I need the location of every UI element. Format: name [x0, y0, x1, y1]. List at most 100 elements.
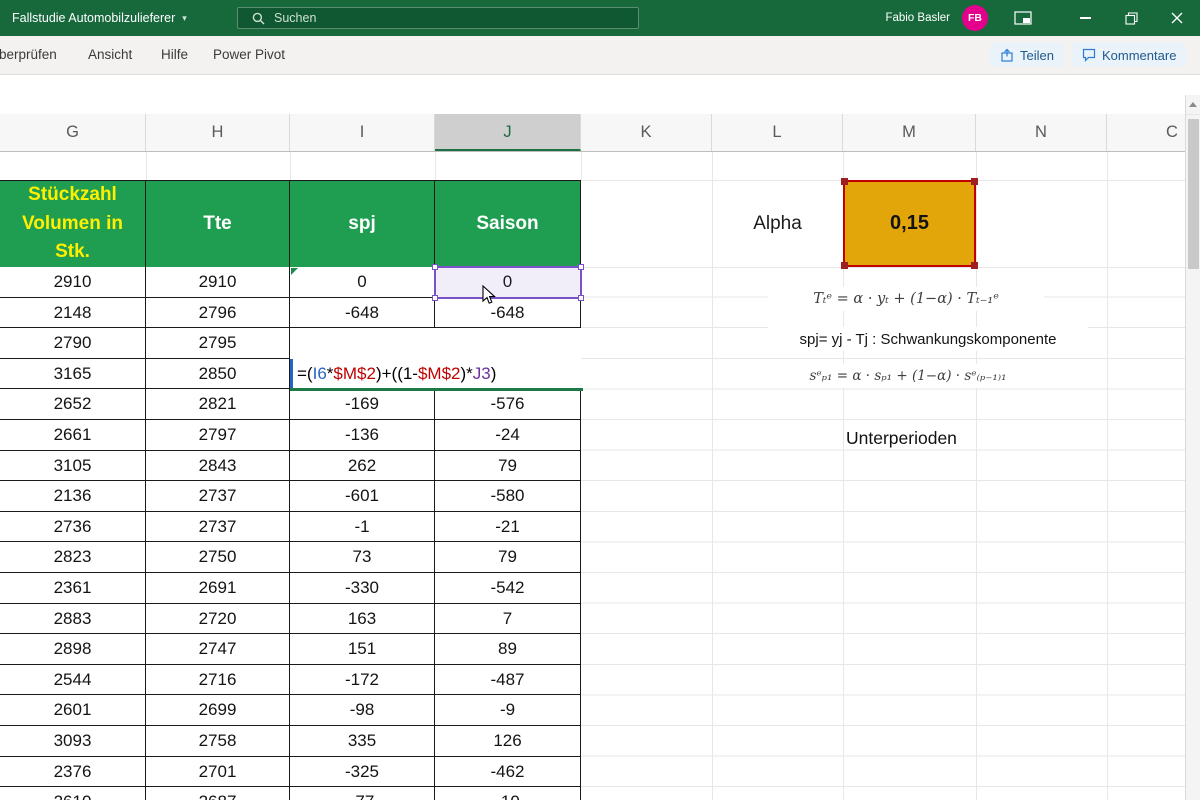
table-cell-i[interactable]: 73: [290, 542, 435, 573]
table-cell-i[interactable]: 151: [290, 634, 435, 665]
ribbon-tab-ueberpruefen[interactable]: berprüfen: [0, 36, 57, 74]
search-input[interactable]: Suchen: [237, 7, 639, 29]
table-cell-h[interactable]: 2701: [146, 756, 290, 788]
vertical-scrollbar[interactable]: [1185, 95, 1200, 800]
ribbon-tab-hilfe[interactable]: Hilfe: [161, 36, 188, 74]
table-cell-h[interactable]: 2750: [146, 542, 290, 573]
table-cell-g[interactable]: 2544: [0, 664, 146, 696]
alpha-label-cell[interactable]: Alpha: [712, 181, 843, 266]
table-cell-i[interactable]: -172: [290, 664, 435, 696]
table-cell-j[interactable]: 79: [435, 542, 581, 573]
table-cell-i[interactable]: -98: [290, 695, 435, 726]
table-cell-g[interactable]: 2898: [0, 634, 146, 665]
selection-handle[interactable]: [432, 295, 438, 301]
table-cell-j[interactable]: [435, 328, 581, 359]
table-cell-g[interactable]: 2376: [0, 756, 146, 788]
selection-handle[interactable]: [971, 262, 978, 269]
table-cell-g[interactable]: 2652: [0, 389, 146, 420]
ribbon-display-options-button[interactable]: [1000, 0, 1046, 36]
scrollbar-thumb[interactable]: [1188, 119, 1199, 269]
table-cell-h[interactable]: 2747: [146, 634, 290, 665]
table-cell-j[interactable]: 79: [435, 450, 581, 482]
ribbon-tab-power-pivot[interactable]: Power Pivot: [213, 36, 285, 74]
unterperioden-label[interactable]: Unterperioden: [846, 423, 996, 453]
table-cell-g[interactable]: 3105: [0, 450, 146, 482]
column-header-n[interactable]: N: [976, 114, 1107, 151]
table-cell-j[interactable]: -21: [435, 511, 581, 543]
table-cell-i[interactable]: 163: [290, 603, 435, 635]
table-cell-g[interactable]: 2883: [0, 603, 146, 635]
equation-season[interactable]: sᵉₚ₁ = α · sₚ₁ + (1−α) · sᵉ₍ₚ₋₁₎₁: [786, 364, 1030, 388]
close-button[interactable]: [1154, 0, 1200, 36]
selection-handle[interactable]: [971, 178, 978, 185]
comments-button[interactable]: Kommentare: [1072, 43, 1187, 67]
table-cell-i[interactable]: 0: [290, 267, 435, 298]
table-cell-h[interactable]: 2758: [146, 725, 290, 757]
selection-handle[interactable]: [841, 262, 848, 269]
table-cell-j[interactable]: -462: [435, 756, 581, 788]
equation-spj[interactable]: spj= yj - Tj : Schwankungskomponente: [768, 327, 1088, 351]
table-cell-h[interactable]: 2821: [146, 389, 290, 420]
column-header-g[interactable]: G: [0, 114, 146, 151]
table-cell-i[interactable]: 335: [290, 725, 435, 757]
share-button[interactable]: Teilen: [990, 43, 1064, 67]
table-cell-i[interactable]: -330: [290, 572, 435, 604]
table-cell-g[interactable]: 3165: [0, 358, 146, 390]
column-header-k[interactable]: K: [581, 114, 712, 151]
table-cell-g[interactable]: 2790: [0, 328, 146, 359]
table-cell-j[interactable]: -580: [435, 481, 581, 512]
table-cell-j[interactable]: -576: [435, 389, 581, 420]
restore-button[interactable]: [1108, 0, 1154, 36]
table-header-tte[interactable]: Tte: [146, 181, 290, 268]
table-cell-h[interactable]: 2796: [146, 297, 290, 329]
selection-handle[interactable]: [841, 178, 848, 185]
table-cell-i[interactable]: -601: [290, 481, 435, 512]
table-cell-j[interactable]: -9: [435, 695, 581, 726]
table-cell-i[interactable]: -136: [290, 419, 435, 451]
table-cell-j[interactable]: -648: [435, 297, 581, 329]
table-cell-g[interactable]: 3093: [0, 725, 146, 757]
table-cell-i[interactable]: -325: [290, 756, 435, 788]
selection-handle[interactable]: [578, 264, 584, 270]
table-cell-g[interactable]: 2610: [0, 787, 146, 800]
avatar[interactable]: FB: [962, 5, 988, 31]
table-cell-j[interactable]: 126: [435, 725, 581, 757]
referenced-cell-outline-j3[interactable]: [432, 264, 584, 301]
table-cell-g[interactable]: 2136: [0, 481, 146, 512]
table-cell-j[interactable]: -487: [435, 664, 581, 696]
table-cell-h[interactable]: 2850: [146, 358, 290, 390]
column-header-m[interactable]: M: [843, 114, 976, 151]
table-header-stueckzahl[interactable]: Stückzahl Volumen in Stk.: [0, 181, 146, 268]
table-cell-h[interactable]: 2699: [146, 695, 290, 726]
table-cell-j[interactable]: 7: [435, 603, 581, 635]
table-cell-h[interactable]: 2737: [146, 481, 290, 512]
table-cell-i[interactable]: -1: [290, 511, 435, 543]
table-cell-h[interactable]: 2691: [146, 572, 290, 604]
column-header-j-selected[interactable]: J: [435, 114, 581, 151]
table-cell-h[interactable]: 2795: [146, 328, 290, 359]
table-cell-h[interactable]: 2687: [146, 787, 290, 800]
table-cell-h[interactable]: 2737: [146, 511, 290, 543]
ribbon-tab-ansicht[interactable]: Ansicht: [88, 36, 132, 74]
table-header-spj[interactable]: spj: [290, 181, 435, 268]
table-cell-j[interactable]: 89: [435, 634, 581, 665]
table-cell-g[interactable]: 2736: [0, 511, 146, 543]
table-cell-j[interactable]: -24: [435, 419, 581, 451]
column-header-h[interactable]: H: [146, 114, 290, 151]
table-cell-g[interactable]: 2601: [0, 695, 146, 726]
column-header-i[interactable]: I: [290, 114, 435, 151]
table-cell-h[interactable]: 2797: [146, 419, 290, 451]
table-cell-g[interactable]: 2361: [0, 572, 146, 604]
table-cell-g[interactable]: 2661: [0, 419, 146, 451]
table-cell-h[interactable]: 2720: [146, 603, 290, 635]
formula-text[interactable]: =(I6*$M$2)+((1-$M$2)*J3): [297, 359, 505, 389]
table-cell-i[interactable]: -169: [290, 389, 435, 420]
table-cell-i[interactable]: [290, 328, 435, 359]
alpha-value-cell[interactable]: 0,15: [841, 178, 978, 269]
table-cell-i[interactable]: -77: [290, 787, 435, 800]
table-cell-h[interactable]: 2716: [146, 664, 290, 696]
table-cell-h[interactable]: 2910: [146, 267, 290, 298]
table-cell-i[interactable]: -648: [290, 297, 435, 329]
scrollbar-up-button[interactable]: [1186, 95, 1200, 115]
workbook-title-menu[interactable]: Fallstudie Automobilzulieferer ▾: [12, 0, 187, 36]
